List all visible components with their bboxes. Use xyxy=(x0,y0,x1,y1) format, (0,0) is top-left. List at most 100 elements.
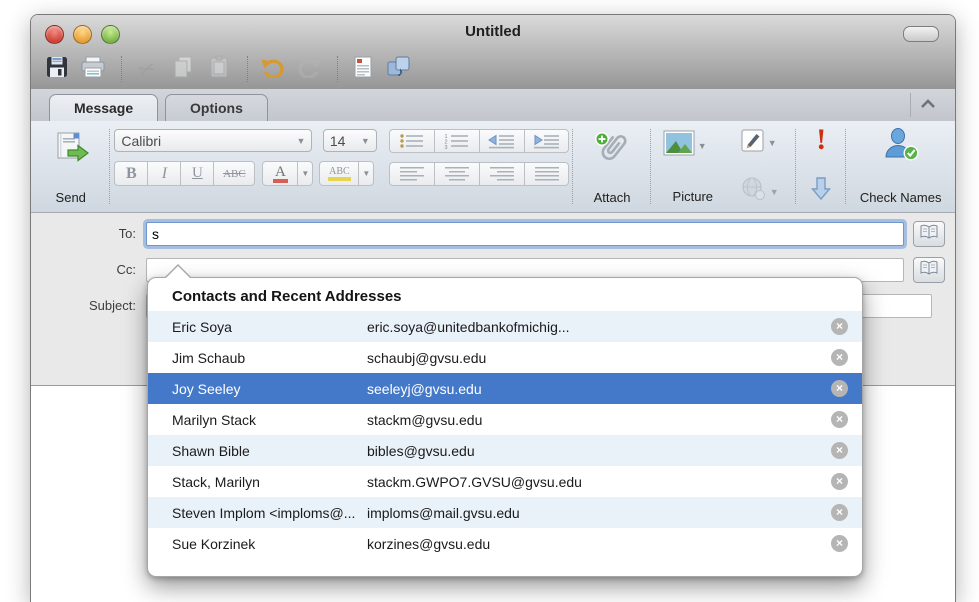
tab-options[interactable]: Options xyxy=(165,94,268,121)
copy-button[interactable] xyxy=(167,54,199,84)
contact-email: stackm.GWPO7.GVSU@gvsu.edu xyxy=(367,474,831,490)
cut-button[interactable]: ✂ xyxy=(131,54,163,84)
align-left-button[interactable] xyxy=(389,162,434,186)
font-size-select[interactable]: 14 ▼ xyxy=(323,129,377,152)
chevron-down-icon: ▼ xyxy=(770,187,779,197)
contact-row[interactable]: Shawn Bible bibles@gvsu.edu × xyxy=(148,435,862,466)
ribbon-divider xyxy=(572,129,574,204)
font-color-button[interactable]: A xyxy=(262,161,298,186)
underline-button[interactable]: U xyxy=(180,161,213,186)
low-priority-button[interactable] xyxy=(810,175,832,206)
contact-row[interactable]: Stack, Marilyn stackm.GWPO7.GVSU@gvsu.ed… xyxy=(148,466,862,497)
check-names-label: Check Names xyxy=(850,190,951,205)
window-chrome: Untitled ✂ xyxy=(31,15,955,90)
chevron-down-icon: ▼ xyxy=(698,141,707,151)
picture-button[interactable]: ▼ xyxy=(663,130,707,161)
contact-row[interactable]: Jim Schaub schaubj@gvsu.edu × xyxy=(148,342,862,373)
highlight-icon: ABC xyxy=(328,166,351,181)
remove-contact-button[interactable]: × xyxy=(831,504,848,521)
contact-row[interactable]: Joy Seeley seeleyj@gvsu.edu × xyxy=(148,373,862,404)
save-icon xyxy=(45,55,69,84)
save-button[interactable] xyxy=(41,54,73,84)
address-book-icon xyxy=(919,224,939,245)
print-button[interactable] xyxy=(77,54,109,84)
tab-message[interactable]: Message xyxy=(49,94,158,121)
picture-icon xyxy=(663,130,695,161)
ribbon-divider xyxy=(795,129,797,204)
picture-label: Picture xyxy=(655,189,731,204)
contact-email: korzines@gvsu.edu xyxy=(367,536,831,552)
contact-row[interactable]: Steven Implom <imploms@... imploms@mail.… xyxy=(148,497,862,528)
numbered-list-button[interactable]: 123 xyxy=(434,129,479,153)
chevron-down-icon: ▼ xyxy=(361,136,370,146)
attach-icon xyxy=(593,129,631,172)
contact-name: Marilyn Stack xyxy=(172,412,367,428)
italic-button[interactable]: I xyxy=(147,161,180,186)
send-label: Send xyxy=(35,190,106,205)
remove-contact-button[interactable]: × xyxy=(831,473,848,490)
print-icon xyxy=(80,55,106,84)
signature-button[interactable]: ▼ xyxy=(741,129,777,157)
contact-name: Shawn Bible xyxy=(172,443,367,459)
remove-contact-button[interactable]: × xyxy=(831,442,848,459)
picture-group: ▼ ▼ Picture ▼ xyxy=(655,121,792,212)
to-field-row: To: xyxy=(31,221,955,247)
remove-contact-button[interactable]: × xyxy=(831,318,848,335)
to-input[interactable] xyxy=(146,222,904,246)
letterhead-icon xyxy=(353,55,373,84)
redo-button[interactable] xyxy=(293,54,325,84)
contact-email: bibles@gvsu.edu xyxy=(367,443,831,459)
bulleted-list-button[interactable] xyxy=(389,129,434,153)
attach-button[interactable]: Attach xyxy=(577,121,647,212)
priority-group: ! xyxy=(800,121,842,212)
decrease-indent-button[interactable] xyxy=(479,129,524,153)
toolbar-toggle-button[interactable] xyxy=(903,26,939,42)
font-group: Calibri▼ 14 ▼ B I U ABC A ▼ ABC ▼ xyxy=(114,121,389,212)
font-color-dropdown[interactable]: ▼ xyxy=(298,161,313,186)
contact-row[interactable]: Sue Korzinek korzines@gvsu.edu × xyxy=(148,528,862,559)
collapse-ribbon-button[interactable] xyxy=(910,93,945,117)
align-right-button[interactable] xyxy=(479,162,524,186)
high-priority-button[interactable]: ! xyxy=(800,123,842,157)
media-browser-button[interactable]: ♪ xyxy=(383,54,415,84)
attach-label: Attach xyxy=(577,190,647,205)
strikethrough-button[interactable]: ABC xyxy=(213,161,255,186)
contact-list: Eric Soya eric.soya@unitedbankofmichig..… xyxy=(148,311,862,559)
font-color-icon: A xyxy=(273,165,288,183)
contact-name: Jim Schaub xyxy=(172,350,367,366)
paragraph-group: 123 xyxy=(389,121,569,212)
remove-contact-button[interactable]: × xyxy=(831,349,848,366)
ribbon-divider xyxy=(109,129,111,204)
increase-indent-button[interactable] xyxy=(524,129,569,153)
hyperlink-button[interactable]: ▼ xyxy=(741,177,779,206)
bold-button[interactable]: B xyxy=(114,161,147,186)
justify-button[interactable] xyxy=(524,162,569,186)
toolbar-divider xyxy=(247,56,249,82)
contact-email: eric.soya@unitedbankofmichig... xyxy=(367,319,831,335)
contact-name: Joy Seeley xyxy=(172,381,367,397)
font-size-value: 14 xyxy=(330,133,346,149)
ribbon-divider xyxy=(650,129,652,204)
font-name-select[interactable]: Calibri▼ xyxy=(114,129,312,152)
paste-button[interactable] xyxy=(203,54,235,84)
svg-text:3: 3 xyxy=(445,145,448,149)
letterhead-button[interactable] xyxy=(347,54,379,84)
paste-icon xyxy=(208,55,230,84)
cc-address-book-button[interactable] xyxy=(913,257,945,283)
send-button[interactable]: Send xyxy=(35,121,106,212)
align-center-button[interactable] xyxy=(434,162,479,186)
undo-button[interactable] xyxy=(257,54,289,84)
chevron-up-icon xyxy=(920,96,936,114)
remove-contact-button[interactable]: × xyxy=(831,411,848,428)
autocomplete-popup: Contacts and Recent Addresses Eric Soya … xyxy=(147,277,863,577)
contact-row[interactable]: Eric Soya eric.soya@unitedbankofmichig..… xyxy=(148,311,862,342)
contact-email: stackm@gvsu.edu xyxy=(367,412,831,428)
check-names-button[interactable]: Check Names xyxy=(850,121,951,212)
highlight-button[interactable]: ABC xyxy=(319,161,359,186)
highlight-dropdown[interactable]: ▼ xyxy=(359,161,374,186)
contact-name: Eric Soya xyxy=(172,319,367,335)
to-address-book-button[interactable] xyxy=(913,221,945,247)
remove-contact-button[interactable]: × xyxy=(831,380,848,397)
contact-row[interactable]: Marilyn Stack stackm@gvsu.edu × xyxy=(148,404,862,435)
remove-contact-button[interactable]: × xyxy=(831,535,848,552)
